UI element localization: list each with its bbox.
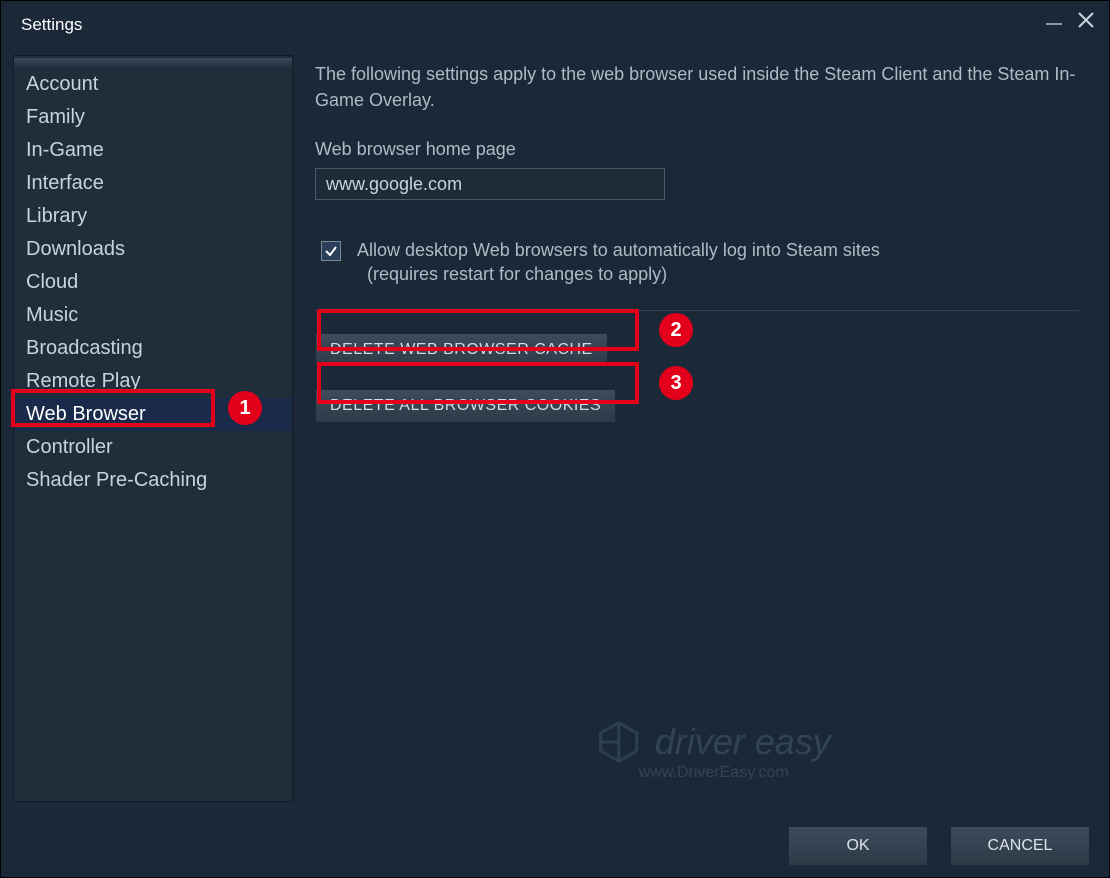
watermark-brand-text: driver easy <box>655 721 831 763</box>
autologin-label: Allow desktop Web browsers to automatica… <box>357 238 880 286</box>
sidebar-top-gradient <box>14 58 292 68</box>
watermark: driver easy www.DriverEasy.com <box>597 720 831 782</box>
sidebar-item-broadcasting[interactable]: Broadcasting <box>14 332 292 365</box>
settings-window: Settings Account Family In-Game Interfac… <box>0 0 1110 878</box>
titlebar: Settings <box>1 1 1109 45</box>
sidebar-item-library[interactable]: Library <box>14 200 292 233</box>
sidebar-item-downloads[interactable]: Downloads <box>14 233 292 266</box>
homepage-input[interactable] <box>315 168 665 200</box>
content-description: The following settings apply to the web … <box>315 61 1079 113</box>
autologin-label-line2: (requires restart for changes to apply) <box>367 264 667 284</box>
sidebar-item-web-browser[interactable]: Web Browser <box>14 398 292 431</box>
sidebar-item-cloud[interactable]: Cloud <box>14 266 292 299</box>
window-controls <box>1045 11 1095 29</box>
footer: OK CANCEL <box>789 827 1089 865</box>
sidebar-item-controller[interactable]: Controller <box>14 431 292 464</box>
delete-cache-button[interactable]: DELETE WEB BROWSER CACHE <box>315 333 608 367</box>
delete-cache-row: DELETE WEB BROWSER CACHE <box>315 333 1079 367</box>
autologin-checkbox[interactable] <box>321 241 341 261</box>
sidebar-item-shader-pre-caching[interactable]: Shader Pre-Caching <box>14 464 292 497</box>
sidebar-item-account[interactable]: Account <box>14 68 292 101</box>
sidebar-item-in-game[interactable]: In-Game <box>14 134 292 167</box>
autologin-row: Allow desktop Web browsers to automatica… <box>315 238 1079 286</box>
delete-cookies-button[interactable]: DELETE ALL BROWSER COOKIES <box>315 389 616 423</box>
sidebar-item-interface[interactable]: Interface <box>14 167 292 200</box>
minimize-icon[interactable] <box>1045 11 1063 29</box>
sidebar-item-music[interactable]: Music <box>14 299 292 332</box>
body: Account Family In-Game Interface Library… <box>13 55 1097 802</box>
watermark-brand: driver easy <box>597 720 831 764</box>
settings-sidebar: Account Family In-Game Interface Library… <box>13 55 293 802</box>
settings-content: The following settings apply to the web … <box>293 55 1097 802</box>
sidebar-item-family[interactable]: Family <box>14 101 292 134</box>
ok-button[interactable]: OK <box>789 827 927 865</box>
watermark-logo-icon <box>597 720 641 764</box>
sidebar-item-remote-play[interactable]: Remote Play <box>14 365 292 398</box>
watermark-url: www.DriverEasy.com <box>597 764 831 782</box>
delete-cookies-row: DELETE ALL BROWSER COOKIES <box>315 389 1079 423</box>
window-title: Settings <box>21 15 82 35</box>
autologin-label-line1: Allow desktop Web browsers to automatica… <box>357 240 880 260</box>
homepage-label: Web browser home page <box>315 139 1079 160</box>
divider <box>315 310 1079 311</box>
cancel-button[interactable]: CANCEL <box>951 827 1089 865</box>
close-icon[interactable] <box>1077 11 1095 29</box>
